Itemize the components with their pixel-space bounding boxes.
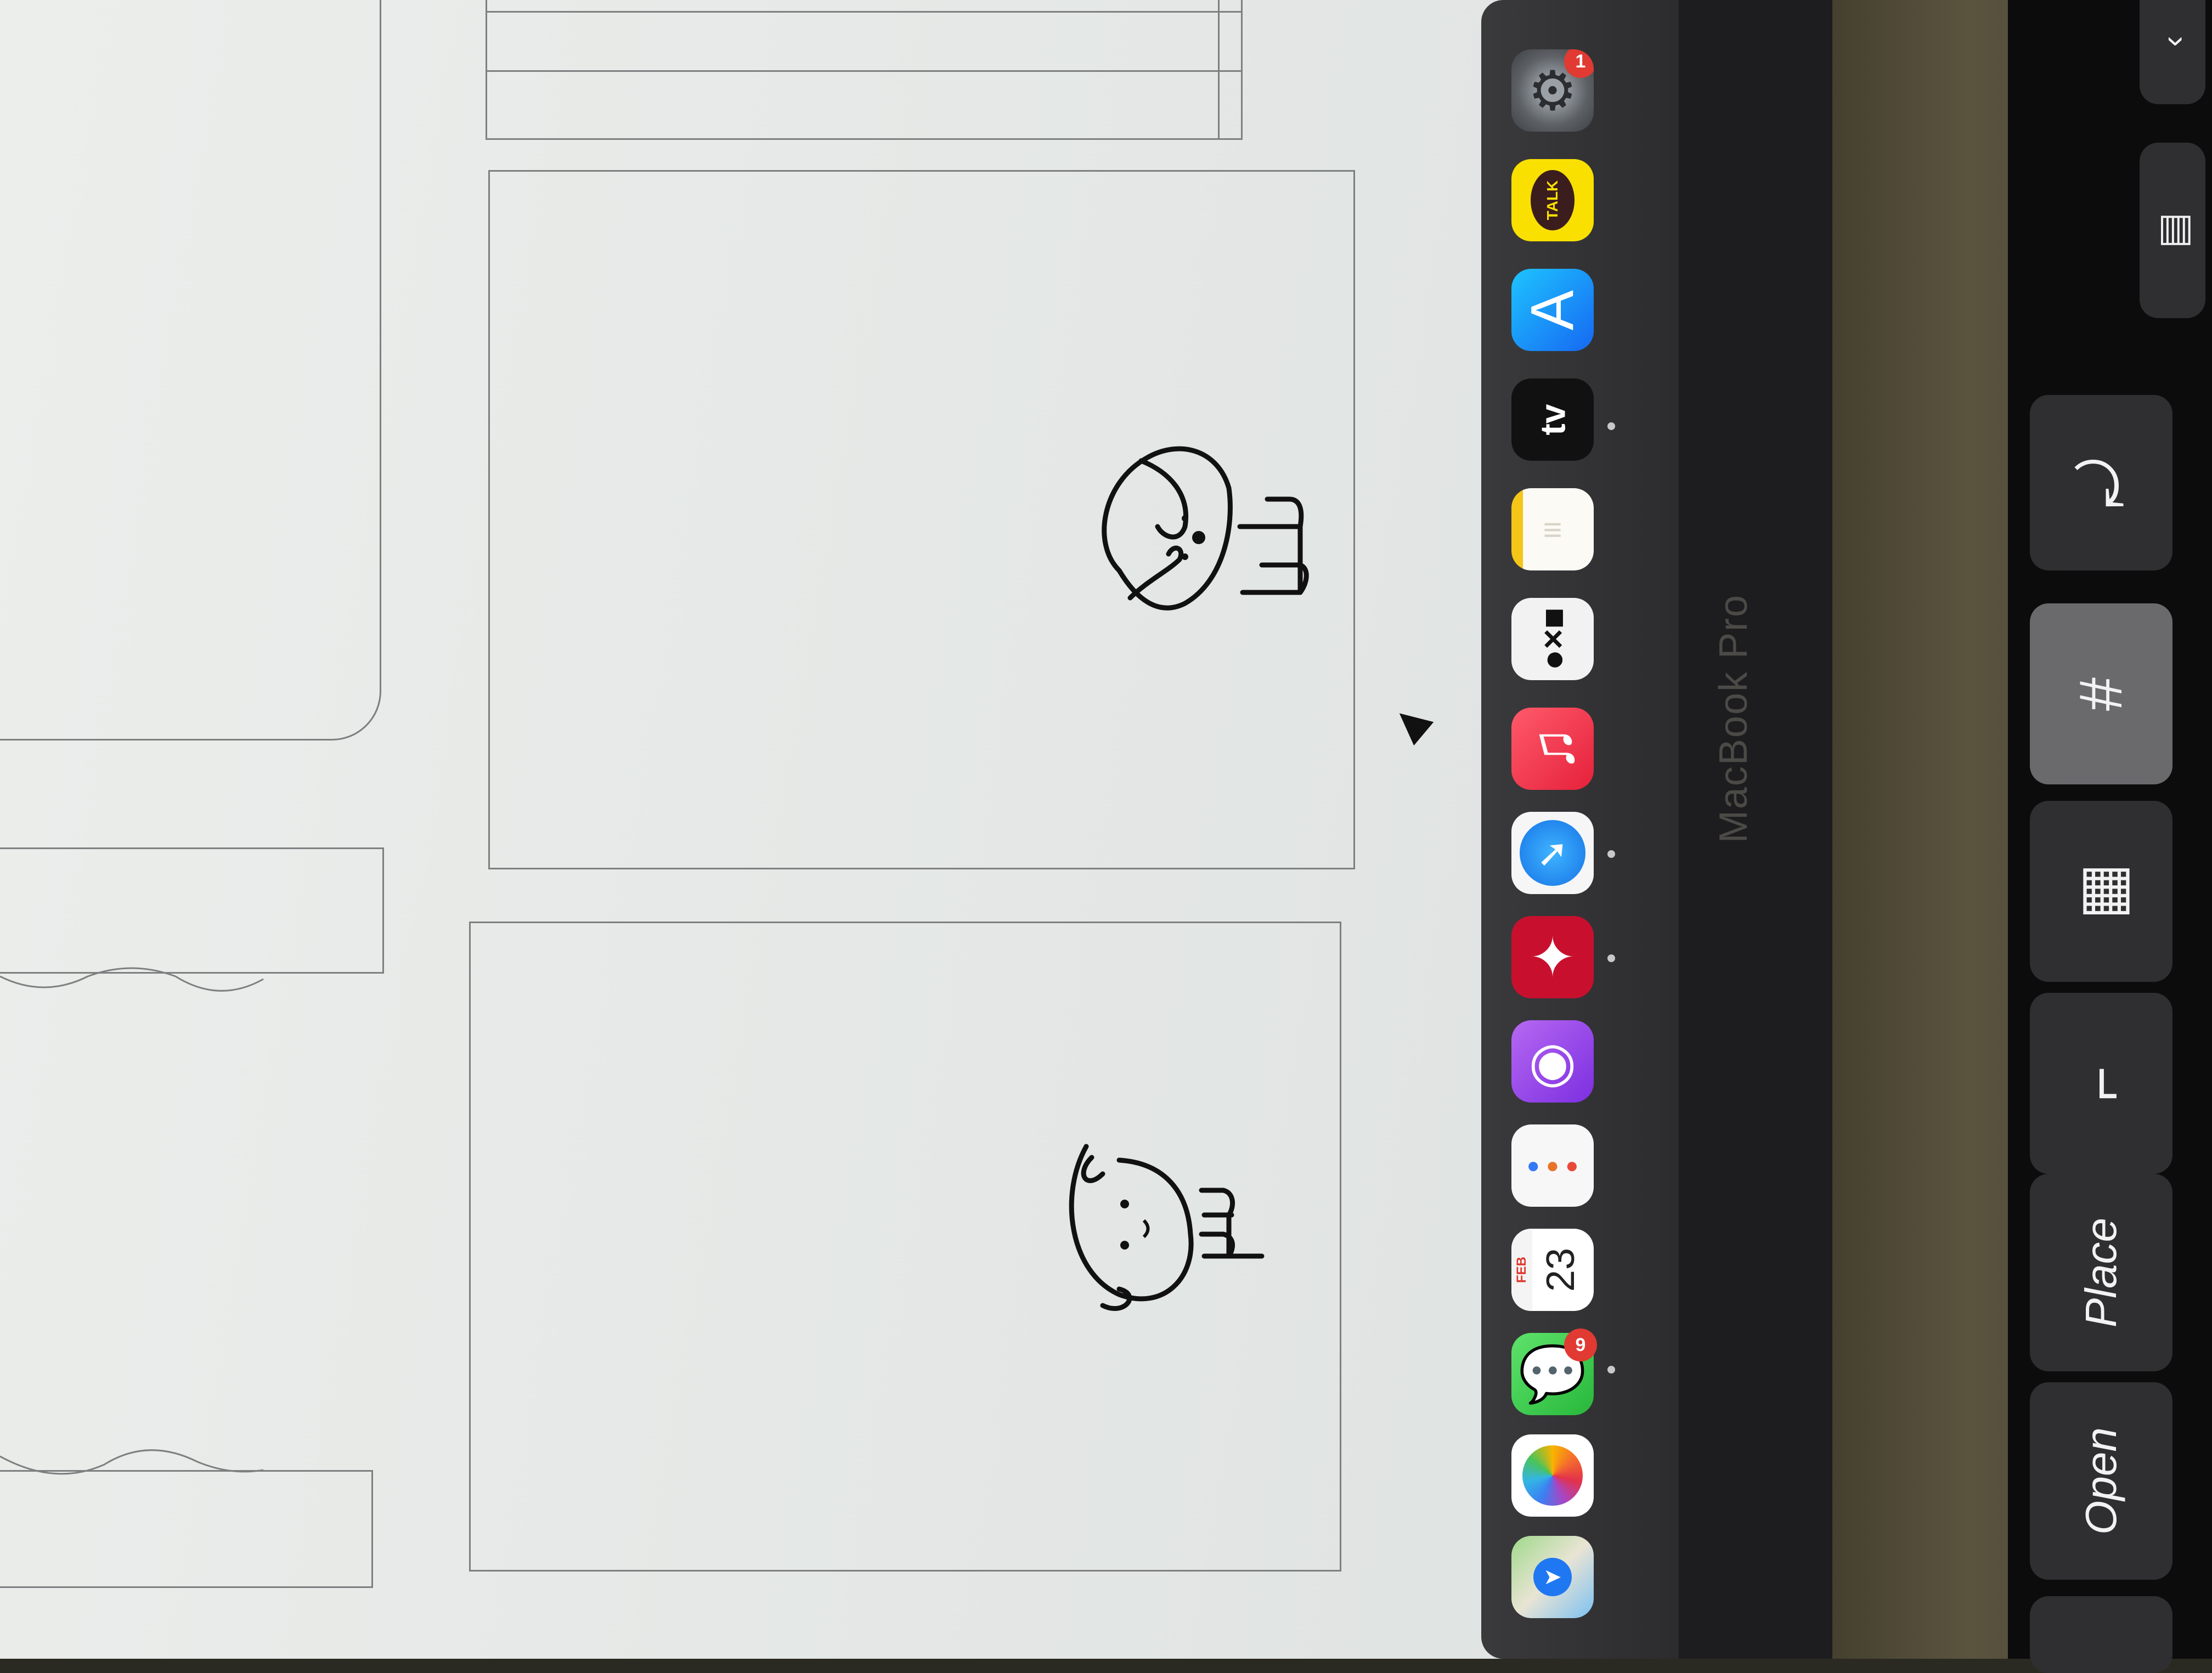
dock-kakaotalk[interactable]: TALK	[1511, 159, 1594, 241]
dock-photos[interactable]	[1511, 1434, 1594, 1517]
canvas-area[interactable]	[0, 0, 1580, 1659]
touchbar-open-button[interactable]: Open	[2030, 1382, 2172, 1580]
touchbar-top-button[interactable]: ‹	[2140, 0, 2205, 104]
remote-control-icon: ●×■	[1533, 607, 1572, 671]
chevron-icon: ‹	[2154, 36, 2191, 47]
puppy-1-eye-left	[1182, 515, 1188, 522]
acrobat-icon: ✦	[1530, 926, 1576, 988]
touchbar-rotate-button[interactable]: ⤾	[2030, 395, 2172, 570]
dock-acrobat[interactable]: ✦	[1511, 916, 1594, 998]
puppy-drawing-2	[1069, 1144, 1265, 1311]
notes-icon: ≡	[1543, 511, 1562, 548]
hash-grid-icon: #	[2067, 677, 2135, 711]
dock-notes[interactable]: ≡	[1511, 488, 1594, 570]
ruler-icon: ⌐	[2067, 1065, 2135, 1101]
table-icon: ▦	[2068, 863, 2135, 920]
stack-icon: ▤	[2151, 212, 2194, 249]
wave-line-top	[0, 967, 264, 992]
touchbar-table-button[interactable]: ▦	[2030, 801, 2172, 982]
location-arrow-icon: ➤	[1533, 1558, 1572, 1596]
dock-screen-control[interactable]: ●×■	[1511, 598, 1594, 680]
dock-calendar[interactable]: FEB 23	[1511, 1229, 1594, 1311]
macbook-label: MacBook Pro	[1712, 594, 1756, 844]
place-label: Place	[2076, 1217, 2125, 1328]
dock-apple-tv[interactable]: tv	[1511, 378, 1594, 461]
speech-bubble-icon: TALK	[1531, 170, 1575, 230]
app-store-icon: A	[1519, 290, 1587, 330]
puppy-1-nose	[1192, 531, 1205, 544]
kakaotalk-label: TALK	[1544, 180, 1561, 221]
touchbar-stack-button[interactable]: ▤	[2140, 143, 2205, 318]
dock-app-store[interactable]: A	[1511, 269, 1594, 351]
dock-safari[interactable]: ➚	[1511, 812, 1594, 894]
running-indicator	[1607, 422, 1615, 430]
touchbar-ruler-button[interactable]: ⌐	[2030, 993, 2172, 1174]
touchbar-grid-toggle[interactable]: #	[2030, 603, 2172, 784]
dock-messages[interactable]: 💬 9	[1511, 1329, 1597, 1415]
puppy-2-eye-left	[1120, 1200, 1129, 1208]
calendar-month-strip: FEB	[1511, 1229, 1532, 1311]
notification-badge: 9	[1564, 1329, 1597, 1361]
apple-tv-label: tv	[1533, 404, 1572, 436]
reminders-icon: ● ● ●	[1526, 1153, 1579, 1178]
touchbar-new-button[interactable]	[2030, 1596, 2172, 1673]
flower-icon	[1522, 1445, 1583, 1506]
music-note-icon: ♫	[1519, 726, 1587, 772]
dock-music[interactable]: ♫	[1511, 708, 1594, 790]
calendar-day: 23	[1539, 1247, 1583, 1292]
running-indicator	[1607, 1366, 1615, 1374]
puppy-2-eye-right	[1120, 1241, 1129, 1250]
dock-system-preferences[interactable]: ⚙ 1	[1511, 49, 1594, 132]
wave-line-bottom	[0, 1449, 264, 1475]
puppy-2-mouth	[1142, 1219, 1150, 1239]
dock-podcasts[interactable]: ◉	[1511, 1020, 1594, 1103]
podcast-icon: ◉	[1528, 1031, 1577, 1093]
touchbar-place-button[interactable]: Place	[2030, 1174, 2172, 1371]
rotate-crop-icon: ⤾	[2067, 457, 2135, 508]
running-indicator	[1607, 954, 1615, 962]
drawing-layer	[0, 446, 1309, 1475]
puppy-drawing-1	[1102, 446, 1309, 611]
running-indicator	[1607, 850, 1615, 858]
calendar-month: FEB	[1514, 1257, 1529, 1283]
dock-reminders[interactable]: ● ● ●	[1511, 1124, 1594, 1207]
compass-icon: ➚	[1520, 820, 1585, 886]
dock-maps[interactable]: ➤	[1511, 1536, 1594, 1618]
puppy-1-eye-right	[1182, 553, 1188, 560]
bezel-label-area: MacBook Pro	[1679, 581, 1788, 856]
open-label: Open	[2076, 1427, 2125, 1535]
